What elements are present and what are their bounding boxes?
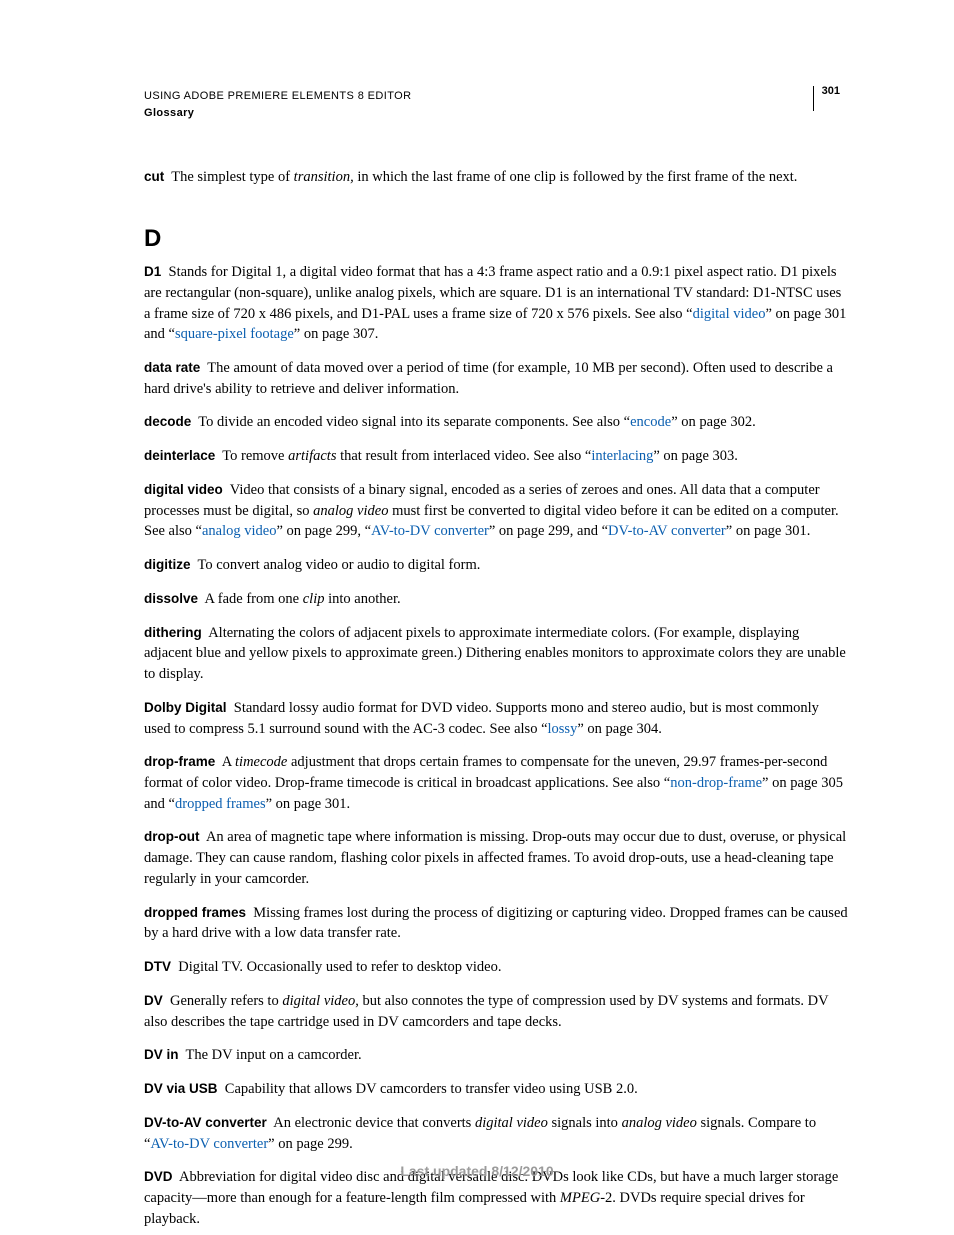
page: USING ADOBE PREMIERE ELEMENTS 8 EDITOR G… (0, 0, 954, 1235)
link-dropped-frames[interactable]: dropped frames (175, 796, 266, 812)
term-decode: decode (144, 414, 191, 429)
link-dv-to-av-converter[interactable]: DV-to-AV converter (608, 523, 726, 539)
link-digital-video[interactable]: digital video (693, 306, 766, 322)
def-text: Generally refers to (170, 993, 282, 1009)
def-text: ” on page 299, and “ (489, 523, 608, 539)
content: cut The simplest type of transition, in … (144, 167, 848, 1229)
def-ital: artifacts (288, 448, 336, 464)
term-dv-in: DV in (144, 1047, 179, 1062)
def-text: A fade from one (204, 591, 302, 607)
def-text: that result from interlaced video. See a… (336, 448, 591, 464)
entry-decode: decode To divide an encoded video signal… (144, 412, 848, 433)
def-ital: timecode (235, 754, 287, 770)
def-text: in which the last frame of one clip is f… (354, 169, 798, 185)
entry-dv-to-av-converter: DV-to-AV converter An electronic device … (144, 1113, 848, 1154)
def-text: into another. (324, 591, 400, 607)
def-text: The amount of data moved over a period o… (144, 360, 833, 397)
section-letter-d: D (144, 222, 848, 256)
term-digitize: digitize (144, 557, 191, 572)
def-text: To divide an encoded video signal into i… (198, 414, 630, 430)
entry-cut: cut The simplest type of transition, in … (144, 167, 848, 188)
def-text: Capability that allows DV camcorders to … (225, 1081, 638, 1097)
entry-dithering: dithering Alternating the colors of adja… (144, 623, 848, 685)
def-text: ” on page 307. (294, 326, 379, 342)
def-ital: analog video (622, 1115, 697, 1131)
def-ital: clip (303, 591, 325, 607)
term-dithering: dithering (144, 625, 202, 640)
def-text: Digital TV. Occasionally used to refer t… (178, 959, 501, 975)
link-non-drop-frame[interactable]: non-drop-frame (670, 775, 762, 791)
link-square-pixel-footage[interactable]: square-pixel footage (175, 326, 294, 342)
def-text: Alternating the colors of adjacent pixel… (144, 625, 846, 682)
term-dolby-digital: Dolby Digital (144, 700, 227, 715)
term-dissolve: dissolve (144, 591, 198, 606)
entry-dropped-frames: dropped frames Missing frames lost durin… (144, 903, 848, 944)
def-text: To convert analog video or audio to digi… (198, 557, 481, 573)
def-ital: transition, (294, 169, 354, 185)
entry-d1: D1 Stands for Digital 1, a digital video… (144, 262, 848, 345)
entry-dv-in: DV in The DV input on a camcorder. (144, 1045, 848, 1066)
entry-dtv: DTV Digital TV. Occasionally used to ref… (144, 957, 848, 978)
def-ital: digital video (282, 993, 355, 1009)
page-number: 301 (813, 86, 848, 111)
def-text: Standard lossy audio format for DVD vide… (144, 700, 819, 737)
entry-data-rate: data rate The amount of data moved over … (144, 358, 848, 399)
term-data-rate: data rate (144, 360, 200, 375)
def-text: ” on page 302. (671, 414, 756, 430)
header-left: USING ADOBE PREMIERE ELEMENTS 8 EDITOR G… (144, 88, 411, 121)
term-d1: D1 (144, 264, 161, 279)
term-cut: cut (144, 169, 164, 184)
def-text: ” on page 304. (577, 721, 662, 737)
entry-dolby-digital: Dolby Digital Standard lossy audio forma… (144, 698, 848, 739)
def-text: ” on page 301. (726, 523, 811, 539)
def-text: ” on page 303. (653, 448, 738, 464)
def-text: ” on page 301. (266, 796, 351, 812)
entry-digital-video: digital video Video that consists of a b… (144, 480, 848, 542)
doc-title: USING ADOBE PREMIERE ELEMENTS 8 EDITOR (144, 88, 411, 105)
def-text: The simplest type of (171, 169, 293, 185)
def-text: The DV input on a camcorder. (186, 1047, 362, 1063)
def-text: ” on page 299. (268, 1136, 353, 1152)
term-digital-video: digital video (144, 482, 223, 497)
def-ital: analog video (313, 503, 388, 519)
term-deinterlace: deinterlace (144, 448, 215, 463)
entry-deinterlace: deinterlace To remove artifacts that res… (144, 446, 848, 467)
def-ital: digital video (475, 1115, 548, 1131)
def-text: An area of magnetic tape where informati… (144, 829, 846, 886)
term-dv: DV (144, 993, 163, 1008)
entry-drop-out: drop-out An area of magnetic tape where … (144, 827, 848, 889)
link-encode[interactable]: encode (630, 414, 671, 430)
term-dtv: DTV (144, 959, 171, 974)
def-text: To remove (222, 448, 288, 464)
entry-drop-frame: drop-frame A timecode adjustment that dr… (144, 752, 848, 814)
page-header: USING ADOBE PREMIERE ELEMENTS 8 EDITOR G… (144, 88, 848, 121)
def-text: signals into (548, 1115, 622, 1131)
footer-last-updated: Last updated 8/12/2010 (0, 1163, 954, 1179)
def-text: ” on page 299, “ (276, 523, 371, 539)
def-text: An electronic device that converts (273, 1115, 475, 1131)
entry-dissolve: dissolve A fade from one clip into anoth… (144, 589, 848, 610)
link-interlacing[interactable]: interlacing (591, 448, 653, 464)
def-text: Missing frames lost during the process o… (144, 905, 848, 942)
entry-digitize: digitize To convert analog video or audi… (144, 555, 848, 576)
link-av-to-dv-converter[interactable]: AV-to-DV converter (371, 523, 489, 539)
def-ital: MPEG (560, 1190, 600, 1206)
doc-section: Glossary (144, 105, 411, 122)
def-text: A (222, 754, 235, 770)
term-drop-frame: drop-frame (144, 754, 215, 769)
link-lossy[interactable]: lossy (548, 721, 578, 737)
term-drop-out: drop-out (144, 829, 199, 844)
term-dv-via-usb: DV via USB (144, 1081, 218, 1096)
entry-dv-via-usb: DV via USB Capability that allows DV cam… (144, 1079, 848, 1100)
term-dropped-frames: dropped frames (144, 905, 246, 920)
entry-dv: DV Generally refers to digital video, bu… (144, 991, 848, 1032)
term-dv-to-av-converter: DV-to-AV converter (144, 1115, 267, 1130)
link-analog-video[interactable]: analog video (202, 523, 277, 539)
link-av-to-dv-converter[interactable]: AV-to-DV converter (150, 1136, 268, 1152)
